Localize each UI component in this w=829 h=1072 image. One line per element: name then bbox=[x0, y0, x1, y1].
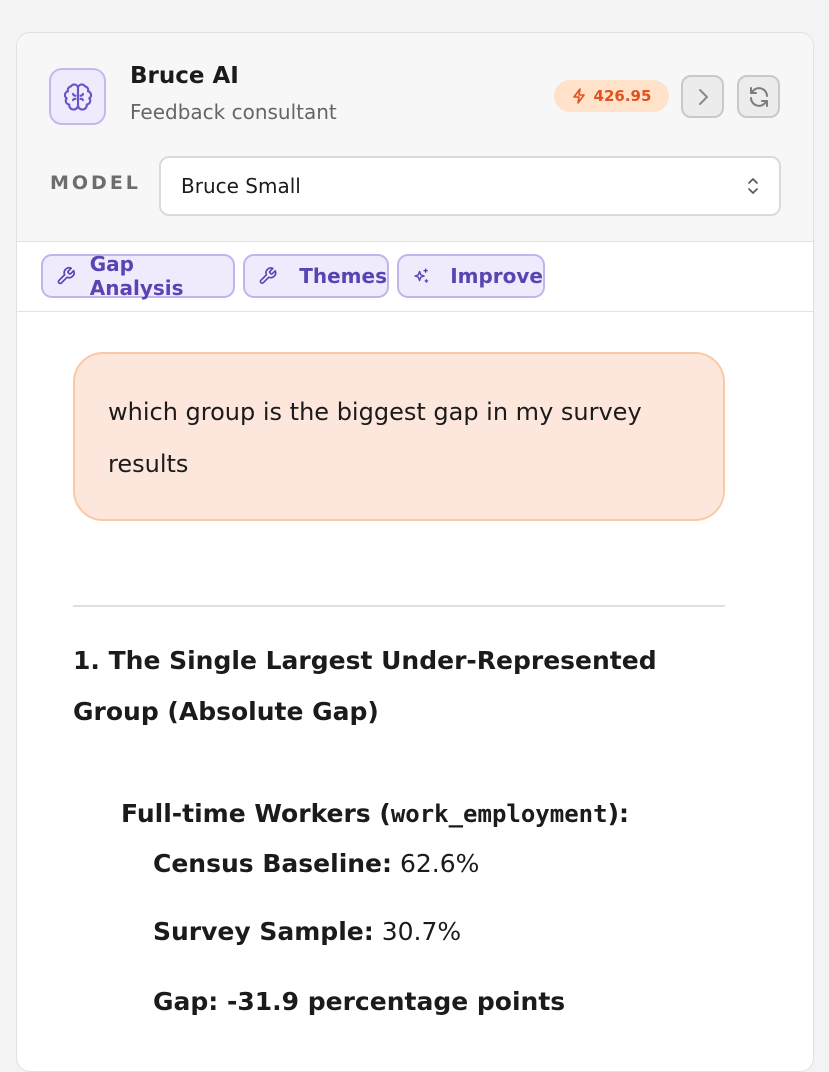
brain-icon bbox=[49, 68, 106, 125]
user-message-bubble: which group is the biggest gap in my sur… bbox=[73, 352, 725, 521]
chip-label: Improve bbox=[450, 264, 543, 288]
chip-label: Themes bbox=[299, 264, 387, 288]
credits-badge: 426.95 bbox=[554, 80, 669, 112]
wrench-icon bbox=[57, 266, 75, 285]
baseline-value: 62.6% bbox=[399, 849, 480, 878]
gap-row: Gap: -31.9 percentage points bbox=[153, 987, 565, 1016]
lightning-icon bbox=[572, 88, 585, 104]
model-label: MODEL bbox=[50, 172, 141, 194]
improve-button[interactable]: Improve bbox=[397, 254, 545, 298]
app-title: Bruce AI bbox=[130, 63, 239, 89]
gap-analysis-button[interactable]: Gap Analysis bbox=[41, 252, 235, 300]
sample-label: Survey Sample: bbox=[153, 917, 374, 946]
chevron-right-icon bbox=[698, 88, 708, 105]
sample-value: 30.7% bbox=[381, 917, 462, 946]
group-close: ): bbox=[607, 799, 629, 828]
response-heading: 1. The Single Largest Under-Represented … bbox=[73, 646, 657, 726]
model-select-value: Bruce Small bbox=[181, 174, 301, 198]
panel-header: Bruce AI Feedback consultant 426.95 MODE… bbox=[17, 33, 813, 242]
chat-panel: Bruce AI Feedback consultant 426.95 MODE… bbox=[16, 32, 814, 1072]
sparkles-icon bbox=[414, 268, 429, 283]
app-subtitle: Feedback consultant bbox=[130, 100, 337, 124]
credits-value: 426.95 bbox=[593, 87, 652, 105]
themes-button[interactable]: Themes bbox=[243, 254, 389, 298]
quick-action-bar: Gap Analysis Themes Improve bbox=[17, 242, 813, 312]
sample-row: Survey Sample: 30.7% bbox=[153, 917, 461, 946]
wrench-icon bbox=[259, 267, 277, 284]
group-name: Full-time Workers ( bbox=[121, 799, 391, 828]
gap-text: Gap: -31.9 percentage points bbox=[153, 987, 566, 1016]
refresh-icon bbox=[749, 86, 768, 107]
refresh-button[interactable] bbox=[737, 75, 780, 118]
chevron-updown-icon bbox=[748, 178, 758, 194]
baseline-label: Census Baseline: bbox=[153, 849, 393, 878]
chip-label: Gap Analysis bbox=[89, 252, 184, 300]
model-select[interactable]: Bruce Small bbox=[159, 156, 781, 216]
baseline-row: Census Baseline: 62.6% bbox=[153, 849, 479, 878]
forward-button[interactable] bbox=[681, 75, 724, 118]
group-code: work_employment bbox=[390, 800, 608, 828]
group-title: Full-time Workers (work_employment): bbox=[121, 799, 629, 828]
message-divider bbox=[73, 605, 725, 607]
